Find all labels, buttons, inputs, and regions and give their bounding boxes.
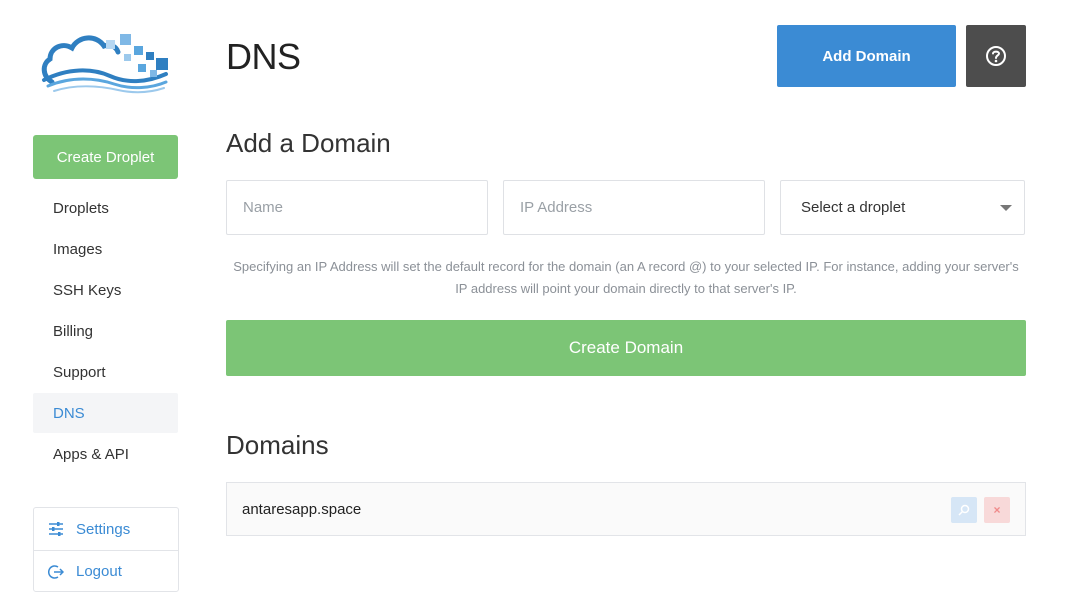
add-domain-button[interactable]: Add Domain <box>777 25 956 87</box>
row-actions: × <box>951 497 1010 523</box>
settings-label: Settings <box>76 520 131 538</box>
create-domain-button[interactable]: Create Domain <box>226 320 1026 376</box>
magnifier-icon <box>958 504 970 516</box>
domain-name[interactable]: antaresapp.space <box>242 501 361 518</box>
domain-name-input[interactable] <box>243 181 487 234</box>
ip-address-field[interactable] <box>503 180 765 235</box>
sidebar-item-apps-api[interactable]: Apps & API <box>33 434 178 474</box>
ip-help-text: Specifying an IP Address will set the de… <box>233 259 1019 296</box>
settings-link[interactable]: Settings <box>34 508 178 550</box>
logout-link[interactable]: Logout <box>34 550 178 592</box>
logout-label: Logout <box>76 563 122 580</box>
name-field[interactable] <box>226 180 488 235</box>
sidebar-item-images[interactable]: Images <box>33 229 178 269</box>
digitalocean-logo[interactable] <box>40 24 172 96</box>
chevron-down-icon <box>1000 204 1012 211</box>
help-button[interactable] <box>966 25 1026 87</box>
sidebar-item-billing[interactable]: Billing <box>33 311 178 351</box>
delete-domain-button[interactable]: × <box>984 497 1010 523</box>
sidebar-item-dns[interactable]: DNS <box>33 393 178 433</box>
droplet-select-value: Select a droplet <box>801 199 906 216</box>
question-circle-icon <box>986 46 1006 66</box>
droplet-select[interactable]: Select a droplet <box>780 180 1025 235</box>
sidebar-nav: Droplets Images SSH Keys Billing Support… <box>33 188 178 475</box>
view-domain-button[interactable] <box>951 497 977 523</box>
sidebar-item-ssh-keys[interactable]: SSH Keys <box>33 270 178 310</box>
domains-heading: Domains <box>226 430 329 460</box>
sliders-icon <box>49 522 63 536</box>
account-menu: Settings Logout <box>33 507 179 592</box>
page-title: DNS <box>226 36 301 77</box>
sidebar-item-droplets[interactable]: Droplets <box>33 188 178 228</box>
sidebar-item-support[interactable]: Support <box>33 352 178 392</box>
logout-icon <box>48 564 64 579</box>
ip-address-input[interactable] <box>520 181 764 234</box>
add-domain-heading: Add a Domain <box>226 128 391 158</box>
create-droplet-button[interactable]: Create Droplet <box>33 135 178 179</box>
table-row[interactable]: antaresapp.space × <box>226 482 1026 536</box>
close-icon: × <box>993 503 1001 517</box>
